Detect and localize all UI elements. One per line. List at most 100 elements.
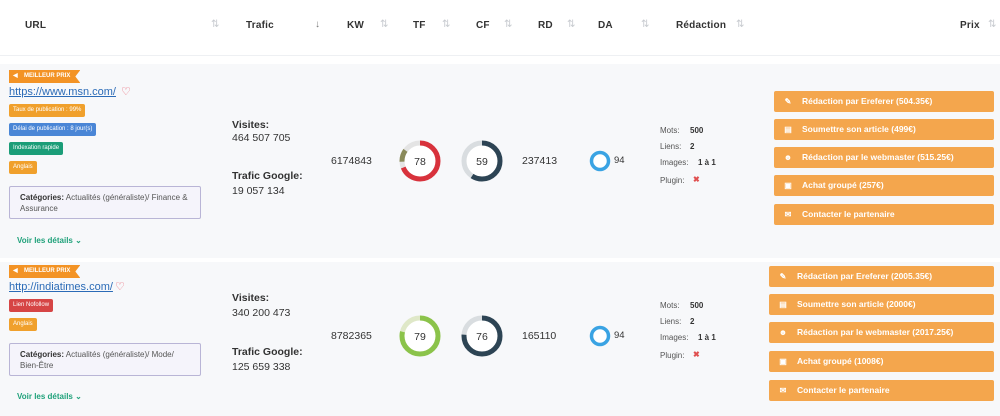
- header-tf: TF: [413, 20, 426, 31]
- links-label: Liens:: [660, 142, 682, 151]
- images-label: Images:: [660, 158, 689, 167]
- cf-value: 59: [476, 156, 488, 168]
- words-label: Mots:: [660, 126, 680, 135]
- heart-icon[interactable]: ♡: [121, 85, 131, 98]
- sort-da-icon[interactable]: ⇅: [641, 19, 649, 30]
- site-url-link[interactable]: https://www.msn.com/: [9, 86, 116, 98]
- group-purchase-button[interactable]: ▣ Achat groupé (1008€): [769, 351, 994, 372]
- user-icon: ☻: [778, 328, 788, 337]
- webmaster-writing-label: Rédaction par le webmaster (2017.25€): [797, 327, 954, 337]
- submit-article-label: Soumettre son article (2000€): [797, 299, 916, 309]
- left-arrow-icon: ◀: [13, 73, 18, 79]
- plugin-no-icon: ✖: [693, 175, 700, 184]
- da-value: 94: [614, 330, 625, 341]
- table-row: ◀ MEILLEUR PRIX http://indiatimes.com/ ♡ …: [0, 262, 1000, 416]
- plugin-label: Plugin:: [660, 351, 685, 360]
- da-gauge: [589, 325, 611, 347]
- document-icon: ▤: [779, 300, 787, 309]
- group-purchase-label: Achat groupé (1008€): [797, 356, 884, 366]
- da-ring: [589, 150, 611, 172]
- cf-gauge: 59: [461, 140, 503, 182]
- images-value: 1 à 1: [698, 333, 716, 342]
- header-redaction: Rédaction: [676, 20, 727, 31]
- table-header: URL ⇅ Trafic ↓ KW ⇅ TF ⇅ CF ⇅ RD ⇅ DA ⇅ …: [0, 0, 1000, 56]
- words-value: 500: [690, 301, 703, 310]
- submit-article-button[interactable]: ▤ Soumettre son article (2000€): [769, 294, 994, 315]
- best-price-ribbon: ◀ MEILLEUR PRIX: [9, 265, 81, 278]
- rd-value: 165110: [522, 330, 557, 342]
- header-da: DA: [598, 20, 613, 31]
- kw-value: 8782365: [331, 330, 372, 342]
- images-number: 1 à 1: [698, 333, 716, 342]
- contact-partner-label: Contacter le partenaire: [797, 385, 890, 395]
- submit-article-label: Soumettre son article (499€): [802, 124, 916, 134]
- order-ereferer-button[interactable]: ✎ Rédaction par Ereferer (2005.35€): [769, 266, 994, 287]
- sort-trafic-icon[interactable]: ↓: [315, 19, 320, 30]
- words-label: Mots:: [660, 301, 680, 310]
- links-value: 2: [690, 317, 694, 326]
- language-badge: Anglais: [9, 318, 37, 331]
- order-ereferer-label: Rédaction par Ereferer (2005.35€): [797, 271, 933, 281]
- categories-label: Catégories:: [20, 193, 65, 202]
- publication-delay-badge: Délai de publication : 8 jour(s): [9, 123, 97, 136]
- order-ereferer-label: Rédaction par Ereferer (504.35€): [802, 96, 933, 106]
- header-trafic: Trafic: [246, 20, 274, 31]
- group-purchase-label: Achat groupé (257€): [802, 180, 884, 190]
- chevron-down-icon: ⌄: [75, 392, 82, 401]
- order-ereferer-button[interactable]: ✎ Rédaction par Ereferer (504.35€): [774, 91, 994, 112]
- header-rd: RD: [538, 20, 553, 31]
- visits-label: Visites:: [232, 119, 270, 131]
- webmaster-writing-label: Rédaction par le webmaster (515.25€): [802, 152, 954, 162]
- user-icon: ☻: [783, 153, 793, 162]
- rd-value: 237413: [522, 155, 558, 167]
- visits-value: 340 200 473: [232, 307, 291, 319]
- publication-rate-badge: Taux de publication : 99%: [9, 104, 86, 117]
- links-value: 2: [690, 142, 694, 151]
- ribbon-label: MEILLEUR PRIX: [24, 73, 71, 79]
- submit-article-button[interactable]: ▤ Soumettre son article (499€): [774, 119, 994, 140]
- see-details-link[interactable]: Voir les détails ⌄: [17, 392, 82, 401]
- site-url-link[interactable]: http://indiatimes.com/: [9, 281, 113, 293]
- google-traffic-value: 19 057 134: [232, 185, 285, 197]
- see-details-label: Voir les détails: [17, 236, 73, 245]
- webmaster-writing-button[interactable]: ☻ Rédaction par le webmaster (515.25€): [774, 147, 994, 168]
- da-ring: [589, 325, 611, 347]
- categories-label: Catégories:: [20, 350, 65, 359]
- sort-tf-icon[interactable]: ⇅: [442, 19, 450, 30]
- sort-rd-icon[interactable]: ⇅: [567, 19, 575, 30]
- table-row: ◀ MEILLEUR PRIX https://www.msn.com/ ♡ Ta…: [0, 64, 1000, 258]
- categories-box: Catégories: Actualités (généraliste)/ Mo…: [9, 343, 201, 376]
- images-label: Images:: [660, 333, 689, 342]
- words-value: 500: [690, 126, 703, 135]
- tf-gauge: 79: [399, 315, 441, 357]
- sort-cf-icon[interactable]: ⇅: [504, 19, 512, 30]
- contact-partner-button[interactable]: ✉ Contacter le partenaire: [774, 204, 994, 225]
- sort-kw-icon[interactable]: ⇅: [380, 19, 388, 30]
- google-traffic-label: Trafic Google:: [232, 170, 303, 182]
- words-number: 500: [690, 126, 704, 135]
- left-arrow-icon: ◀: [13, 268, 18, 274]
- words-number: 500: [690, 301, 704, 310]
- basket-icon: ▣: [779, 357, 787, 366]
- contact-partner-button[interactable]: ✉ Contacter le partenaire: [769, 380, 994, 401]
- fast-indexing-badge: Indexation rapide: [9, 142, 64, 155]
- links-number: 2: [690, 142, 695, 151]
- nofollow-badge: Lien Nofollow: [9, 299, 54, 312]
- document-icon: ▤: [784, 125, 792, 134]
- header-cf: CF: [476, 20, 490, 31]
- tf-value: 78: [414, 156, 426, 168]
- group-purchase-button[interactable]: ▣ Achat groupé (257€): [774, 175, 994, 196]
- sort-url-icon[interactable]: ⇅: [211, 19, 219, 30]
- contact-partner-label: Contacter le partenaire: [802, 209, 895, 219]
- webmaster-writing-button[interactable]: ☻ Rédaction par le webmaster (2017.25€): [769, 322, 994, 343]
- google-traffic-value: 125 659 338: [232, 361, 291, 373]
- da-value: 94: [614, 155, 625, 166]
- heart-icon[interactable]: ♡: [115, 280, 125, 293]
- plugin-label: Plugin:: [660, 176, 685, 185]
- pencil-icon: ✎: [779, 272, 787, 281]
- see-details-link[interactable]: Voir les détails ⌄: [17, 236, 82, 245]
- best-price-ribbon: ◀ MEILLEUR PRIX: [9, 70, 81, 83]
- sort-redaction-icon[interactable]: ⇅: [736, 19, 744, 30]
- sort-prix-icon[interactable]: ⇅: [988, 19, 996, 30]
- images-value: 1 à 1: [698, 158, 716, 167]
